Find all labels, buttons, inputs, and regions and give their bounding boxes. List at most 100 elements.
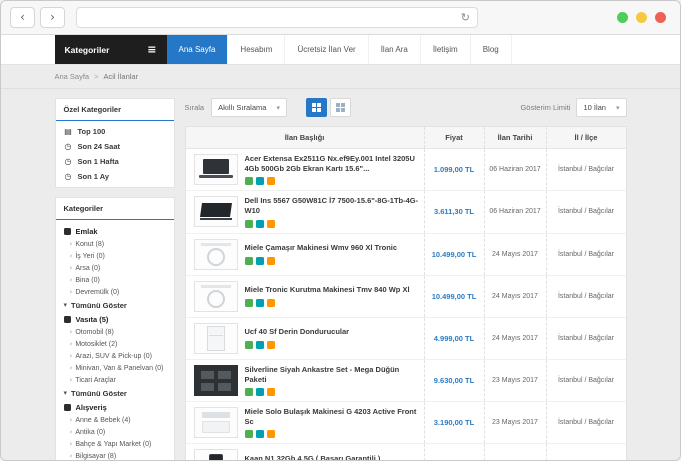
listing-location-cell: İstanbul / Bağcılar [546, 360, 626, 401]
category-child-minivan-van-panelvan-0[interactable]: ›Minivan, Van & Panelvan (0) [56, 362, 174, 374]
listing-location-cell: İstanbul / Bağcılar [546, 402, 626, 443]
nav-item-i-letişim[interactable]: İletişim [421, 35, 471, 64]
listing-title-cell: Kaan N1 32Gb 4.5G ( Başarı Garantili ) [186, 444, 424, 461]
grid-view-button[interactable] [306, 98, 327, 117]
chevron-right-icon: › [70, 340, 73, 348]
category-child-label: İş Yeri (0) [75, 253, 105, 260]
car-icon [64, 316, 71, 323]
sort-select[interactable]: Akıllı Sıralama ▾ [211, 98, 287, 117]
listing-price-cell: 1.099,00 TL [424, 149, 484, 190]
category-child-otomobil-8[interactable]: ›Otomobil (8) [56, 326, 174, 338]
listing-row[interactable]: Acer Extensa Ex2511G Nx.ef9Ey.001 Intel … [186, 149, 626, 191]
category-child-label: Bahçe & Yapı Market (0) [75, 441, 151, 448]
listing-title[interactable]: Miele Solo Bulaşık Makinesi G 4203 Activ… [245, 407, 420, 427]
category-parent-alışveriş[interactable]: Alışveriş [56, 400, 174, 414]
category-parent-vasıta-5[interactable]: Vasıta (5) [56, 312, 174, 326]
category-child-arazi-suv-pick-up-0[interactable]: ›Arazi, SUV & Pick-up (0) [56, 350, 174, 362]
badge-star-icon [267, 299, 275, 307]
category-child-ticari-araçlar[interactable]: ›Ticari Araçlar [56, 374, 174, 386]
category-child-label: Ticari Araçlar [75, 377, 116, 384]
listing-date-cell: 24 Mayıs 2017 [484, 276, 546, 317]
limit-select[interactable]: 10 İlan ▾ [576, 98, 626, 117]
nav-item-ana-sayfa[interactable]: Ana Sayfa [167, 35, 229, 64]
list-grid-icon [336, 103, 346, 113]
category-child-antika-0[interactable]: ›Antika (0) [56, 426, 174, 438]
listing-row[interactable]: Miele Solo Bulaşık Makinesi G 4203 Activ… [186, 402, 626, 444]
badge-star-icon [267, 257, 275, 265]
listing-row[interactable]: Ucf 40 Sf Derin Dondurucular4.999,00 TL2… [186, 318, 626, 360]
badge-camera-icon [245, 430, 253, 438]
listing-row[interactable]: Silverline Siyah Ankastre Set - Mega Düğ… [186, 360, 626, 402]
listing-badges [245, 430, 420, 438]
category-child-konut-8[interactable]: ›Konut (8) [56, 238, 174, 250]
listing-location: İstanbul / Bağcılar [558, 377, 614, 384]
traffic-light-green[interactable] [617, 12, 628, 23]
listing-date: 23 Mayıs 2017 [492, 419, 538, 426]
badge-location-icon [256, 257, 264, 265]
breadcrumb-item: Acil İlanlar [104, 72, 139, 81]
listing-title[interactable]: Acer Extensa Ex2511G Nx.ef9Ey.001 Intel … [245, 154, 420, 174]
listing-date: 06 Haziran 2017 [489, 208, 540, 215]
category-parent-emlak[interactable]: Emlak [56, 224, 174, 238]
listing-title[interactable]: Miele Tronic Kurutma Makinesi Tmv 840 Wp… [245, 285, 410, 295]
category-child-label: Arsa (0) [75, 265, 100, 272]
listing-title-cell: Miele Tronic Kurutma Makinesi Tmv 840 Wp… [186, 276, 424, 317]
browser-chrome: ‹ › ↻ [1, 1, 680, 35]
listing-title[interactable]: Kaan N1 32Gb 4.5G ( Başarı Garantili ) [245, 454, 381, 461]
category-child-motosiklet-2[interactable]: ›Motosiklet (2) [56, 338, 174, 350]
badge-star-icon [267, 177, 275, 185]
category-child-bilgisayar-8[interactable]: ›Bilgisayar (8) [56, 450, 174, 461]
browser-back-button[interactable]: ‹ [10, 7, 35, 28]
badge-star-icon [267, 430, 275, 438]
chevron-right-icon: › [70, 240, 73, 248]
listing-date-cell [484, 444, 546, 461]
listing-title[interactable]: Dell Ins 5567 G50W81C İ7 7500-15.6"-8G-1… [245, 196, 420, 216]
badge-camera-icon [245, 341, 253, 349]
browser-forward-button[interactable]: › [40, 7, 65, 28]
category-child-bina-0[interactable]: ›Bina (0) [56, 274, 174, 286]
listing-thumbnail [194, 407, 238, 438]
listing-row[interactable]: Miele Çamaşır Makinesi Wmv 960 Xl Tronic… [186, 234, 626, 276]
traffic-light-yellow[interactable] [636, 12, 647, 23]
category-child-anne-bebek-4[interactable]: ›Anne & Bebek (4) [56, 414, 174, 426]
special-category-item-top-100[interactable]: ▤Top 100 [56, 124, 174, 139]
nav-item-blog[interactable]: Blog [471, 35, 512, 64]
nav-item-hesabım[interactable]: Hesabım [228, 35, 285, 64]
listing-location-cell: İstanbul / Bağcılar [546, 276, 626, 317]
url-bar[interactable]: ↻ [76, 7, 478, 28]
category-child-bahçe-yapı-market-0[interactable]: ›Bahçe & Yapı Market (0) [56, 438, 174, 450]
category-child-devremülk-0[interactable]: ›Devremülk (0) [56, 286, 174, 298]
special-category-item-son-1-ay[interactable]: ◷Son 1 Ay [56, 169, 174, 184]
chevron-down-icon: ▾ [64, 301, 68, 309]
listing-thumbnail [194, 281, 238, 312]
listing-row[interactable]: Dell Ins 5567 G50W81C İ7 7500-15.6"-8G-1… [186, 191, 626, 233]
traffic-light-red[interactable] [655, 12, 666, 23]
listing-title-box: Acer Extensa Ex2511G Nx.ef9Ey.001 Intel … [245, 154, 420, 185]
refresh-icon[interactable]: ↻ [461, 11, 470, 24]
listing-title[interactable]: Ucf 40 Sf Derin Dondurucular [245, 327, 350, 337]
listing-price-cell: 3.611,30 TL [424, 191, 484, 232]
badge-camera-icon [245, 220, 253, 228]
listing-row[interactable]: Miele Tronic Kurutma Makinesi Tmv 840 Wp… [186, 276, 626, 318]
listing-title[interactable]: Miele Çamaşır Makinesi Wmv 960 Xl Tronic [245, 243, 398, 253]
category-child-arsa-0[interactable]: ›Arsa (0) [56, 262, 174, 274]
badge-location-icon [256, 341, 264, 349]
listing-title[interactable]: Silverline Siyah Ankastre Set - Mega Düğ… [245, 365, 420, 385]
list-view-button[interactable] [330, 98, 351, 117]
breadcrumb-item[interactable]: Ana Sayfa [55, 72, 90, 81]
listing-badges [245, 341, 350, 349]
categories-menu-button[interactable]: Kategoriler ≡ [55, 35, 167, 64]
category-child-i-ş-yeri-0[interactable]: ›İş Yeri (0) [56, 250, 174, 262]
listing-location: İstanbul / Bağcılar [558, 251, 614, 258]
show-all-link[interactable]: ▾Tümünü Göster [56, 298, 174, 312]
special-category-label: Top 100 [78, 127, 106, 136]
show-all-link[interactable]: ▾Tümünü Göster [56, 386, 174, 400]
nav-item-ücretsiz-i-lan-ver[interactable]: Ücretsiz İlan Ver [285, 35, 368, 64]
nav-item-i-lan-ara[interactable]: İlan Ara [369, 35, 421, 64]
special-category-item-son-1-hafta[interactable]: ◷Son 1 Hafta [56, 154, 174, 169]
sort-selected-value: Akıllı Sıralama [218, 103, 266, 112]
breadcrumb-separator-icon: > [94, 72, 98, 81]
special-category-item-son-24-saat[interactable]: ◷Son 24 Saat [56, 139, 174, 154]
listing-price: 4.999,00 TL [434, 334, 474, 343]
listing-row[interactable]: Kaan N1 32Gb 4.5G ( Başarı Garantili ) [186, 444, 626, 461]
